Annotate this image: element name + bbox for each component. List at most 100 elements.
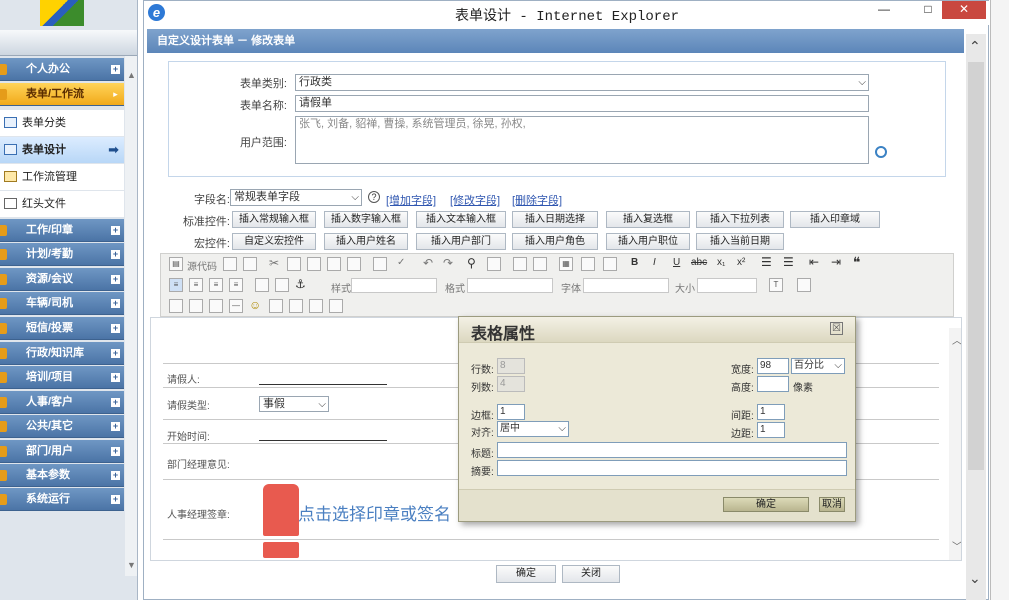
insert-image-icon[interactable]	[169, 299, 183, 313]
underline-icon[interactable]: U	[673, 257, 680, 268]
form-name-input[interactable]: 请假单	[295, 95, 869, 112]
image-icon[interactable]	[581, 257, 595, 271]
menu-work-seal[interactable]: 工作/印章 +	[0, 219, 124, 242]
expand-icon[interactable]: +	[111, 299, 120, 308]
unlink-icon[interactable]	[275, 278, 289, 292]
paste-text-icon[interactable]	[327, 257, 341, 271]
submenu-red-header-doc[interactable]: 红头文件	[0, 191, 124, 217]
insert-date-picker-button[interactable]: 插入日期选择	[512, 211, 598, 228]
menu-system-run[interactable]: 系统运行 +	[0, 488, 124, 511]
spacing-input[interactable]: 1	[757, 404, 785, 420]
insert-flash-icon[interactable]	[189, 299, 203, 313]
dialog-ok-button[interactable]: 确定	[723, 497, 809, 512]
new-page-icon[interactable]	[243, 257, 257, 271]
link-icon[interactable]	[255, 278, 269, 292]
text-input-line[interactable]	[259, 384, 387, 385]
blockquote-icon[interactable]: ❝	[853, 254, 861, 271]
seal-stamp-icon[interactable]	[263, 484, 299, 536]
italic-icon[interactable]: I	[653, 257, 656, 268]
bullet-list-icon[interactable]: ☰	[783, 255, 794, 269]
submenu-form-category[interactable]: 表单分类	[0, 110, 124, 136]
dialog-close-icon[interactable]: ☒	[830, 322, 843, 335]
menu-public-other[interactable]: 公共/其它 +	[0, 415, 124, 438]
insert-dropdown-button[interactable]: 插入下拉列表	[696, 211, 784, 228]
sidebar-scrollbar[interactable]: ▲ ▼	[125, 56, 137, 576]
align-center-icon[interactable]: ≡	[189, 278, 203, 292]
editor-scrollbar[interactable]: ︿ ﹀	[949, 328, 961, 560]
insert-user-role-button[interactable]: 插入用户角色	[512, 233, 598, 250]
border-input[interactable]: 1	[497, 404, 525, 420]
width-unit-select[interactable]: 百分比 ⌵	[791, 358, 845, 374]
scroll-up-icon[interactable]: ▲	[127, 70, 136, 80]
size-select[interactable]	[697, 278, 757, 293]
page-close-button[interactable]: 关闭	[562, 565, 620, 583]
minimize-button[interactable]: —	[870, 1, 898, 19]
insert-checkbox-button[interactable]: 插入复选框	[606, 211, 690, 228]
padding-input[interactable]: 1	[757, 422, 785, 438]
height-input[interactable]	[757, 376, 789, 392]
superscript-icon[interactable]: x²	[737, 257, 745, 268]
menu-hr-customer[interactable]: 人事/客户 +	[0, 391, 124, 414]
insert-user-dept-button[interactable]: 插入用户部门	[416, 233, 506, 250]
width-input[interactable]: 98	[757, 358, 789, 374]
table-icon[interactable]: ▦	[559, 257, 573, 271]
user-scope-textarea[interactable]: 张飞, 刘备, 貂禅, 曹操, 系统管理员, 徐晃, 孙权,	[295, 116, 869, 164]
menu-form-workflow[interactable]: 表单/工作流 ▸	[0, 83, 124, 106]
insert-user-name-button[interactable]: 插入用户姓名	[324, 233, 408, 250]
expand-icon[interactable]: +	[111, 275, 120, 284]
text-color-icon[interactable]: T	[769, 278, 783, 292]
scroll-up-icon[interactable]: ⌃	[969, 38, 981, 55]
delete-field-link[interactable]: [删除字段]	[512, 192, 562, 208]
cut-icon[interactable]: ✂	[269, 256, 279, 270]
bold-icon[interactable]: B	[631, 257, 638, 268]
print-icon[interactable]	[373, 257, 387, 271]
flash-icon[interactable]	[603, 257, 617, 271]
iframe-icon[interactable]	[309, 299, 323, 313]
smiley-icon[interactable]: ☺	[249, 298, 261, 312]
source-code-icon[interactable]: ▤	[169, 257, 183, 271]
menu-admin-knowledge[interactable]: 行政/知识库 +	[0, 342, 124, 365]
leave-type-select[interactable]: 事假 ⌵	[259, 396, 329, 412]
expand-icon[interactable]: +	[111, 250, 120, 259]
submenu-workflow-manage[interactable]: 工作流管理	[0, 164, 124, 190]
remove-format-icon[interactable]	[533, 257, 547, 271]
spellcheck-icon[interactable]: ✓	[397, 257, 405, 268]
undo-icon[interactable]: ↶	[423, 256, 433, 270]
page-ok-button[interactable]: 确定	[496, 565, 556, 583]
scroll-thumb[interactable]	[968, 62, 984, 470]
source-label[interactable]: 源代码	[187, 258, 217, 273]
date-input-line[interactable]	[259, 440, 387, 441]
close-button[interactable]: ✕	[942, 1, 986, 19]
expand-icon[interactable]: +	[111, 495, 120, 504]
background-color-icon[interactable]	[797, 278, 811, 292]
insert-text-input-button[interactable]: 插入文本输入框	[416, 211, 506, 228]
submenu-form-design[interactable]: 表单设计 ➡	[0, 137, 124, 163]
scroll-down-icon[interactable]: ⌄	[969, 570, 981, 587]
align-right-icon[interactable]: ≡	[209, 278, 223, 292]
preview-doc-icon[interactable]	[329, 299, 343, 313]
menu-training-project[interactable]: 培训/项目 +	[0, 366, 124, 389]
preview-icon[interactable]	[223, 257, 237, 271]
collapse-icon[interactable]: ▸	[111, 90, 120, 99]
category-select[interactable]: 行政类 ⌵	[295, 74, 869, 91]
insert-user-position-button[interactable]: 插入用户职位	[606, 233, 690, 250]
expand-icon[interactable]: +	[111, 447, 120, 456]
replace-icon[interactable]	[487, 257, 501, 271]
align-select[interactable]: 居中 ⌵	[497, 421, 569, 437]
numbered-list-icon[interactable]: ☰	[761, 255, 772, 269]
add-field-link[interactable]: [增加字段]	[386, 192, 436, 208]
outdent-icon[interactable]: ⇤	[809, 255, 819, 269]
expand-icon[interactable]: +	[111, 471, 120, 480]
subscript-icon[interactable]: x₁	[717, 257, 725, 268]
field-name-select[interactable]: 常规表单字段 ⌵	[230, 189, 362, 206]
anchor-icon[interactable]: ⚓	[295, 277, 306, 291]
menu-plan-attendance[interactable]: 计划/考勤 +	[0, 243, 124, 266]
scroll-down-icon[interactable]: ▼	[127, 560, 136, 570]
format-select[interactable]	[467, 278, 553, 293]
insert-table-icon[interactable]	[209, 299, 223, 313]
menu-dept-user[interactable]: 部门/用户 +	[0, 440, 124, 463]
insert-current-date-button[interactable]: 插入当前日期	[696, 233, 784, 250]
rows-input[interactable]: 8	[497, 358, 525, 374]
expand-icon[interactable]: +	[111, 324, 120, 333]
menu-sms-vote[interactable]: 短信/投票 +	[0, 317, 124, 340]
